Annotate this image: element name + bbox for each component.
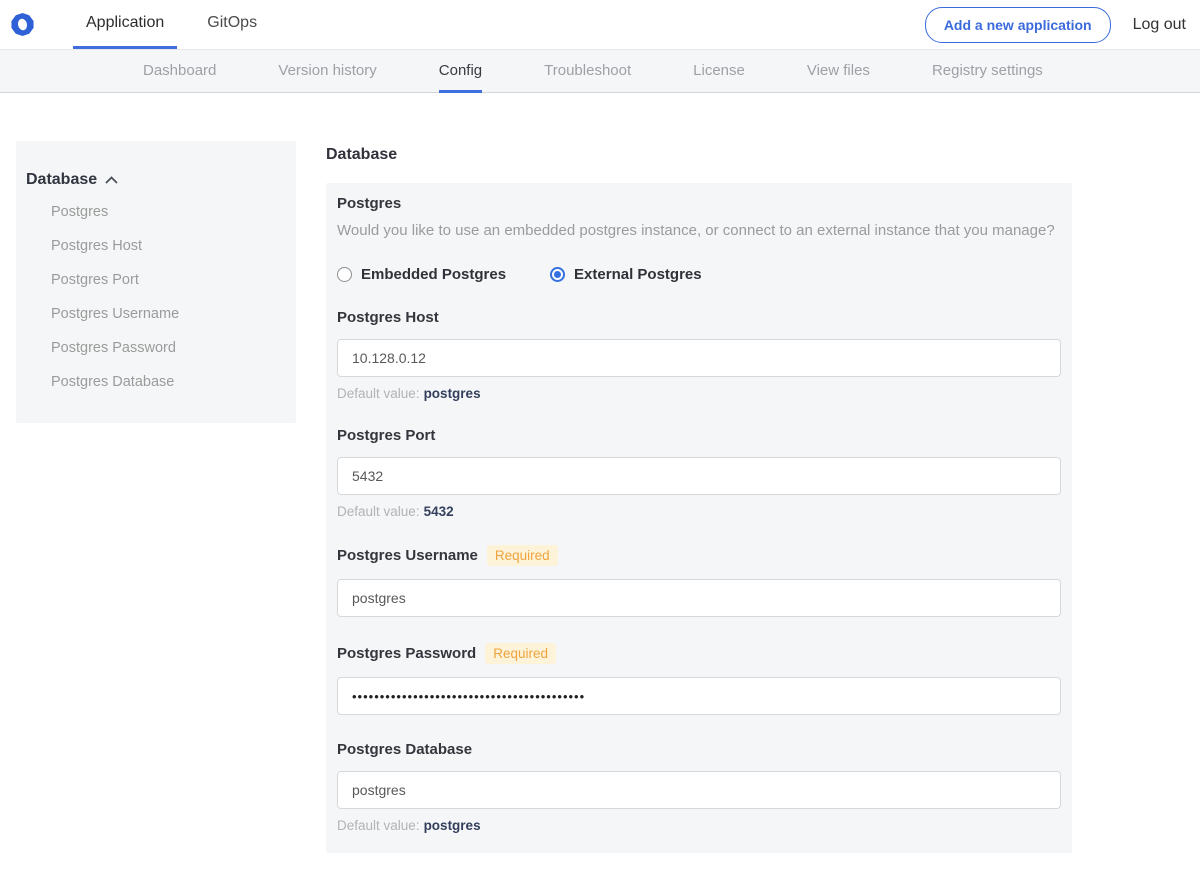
radio-label: External Postgres [574, 266, 702, 283]
header-right: Add a new application Log out [924, 6, 1200, 43]
sidebar-item-postgres-database[interactable]: Postgres Database [26, 365, 286, 399]
logout-button[interactable]: Log out [1133, 16, 1186, 34]
config-page: Database Postgres Postgres Host Postgres… [0, 93, 1200, 884]
default-prefix: Default value: [337, 818, 420, 833]
required-badge: Required [486, 545, 558, 566]
postgres-port-input[interactable] [337, 457, 1061, 495]
tab-gitops[interactable]: GitOps [194, 0, 270, 49]
radio-label: Embedded Postgres [361, 266, 507, 283]
radio-embedded-postgres[interactable]: Embedded Postgres [337, 266, 506, 283]
field-postgres-host: Postgres Host Default value:postgres [337, 309, 1061, 401]
default-value-line: Default value: 5432 [337, 504, 1061, 519]
sidebar-item-postgres[interactable]: Postgres [26, 195, 286, 229]
default-prefix: Default value: [337, 386, 420, 401]
section-title: Database [326, 146, 398, 163]
postgres-host-input[interactable] [337, 339, 1061, 377]
sidebar-item-postgres-username[interactable]: Postgres Username [26, 297, 286, 331]
default-value-line: Default value: postgres [337, 818, 1061, 833]
header-tabs: Application GitOps [73, 0, 270, 49]
app-logo-icon [11, 12, 34, 37]
postgres-database-input[interactable] [337, 771, 1061, 809]
postgres-password-input[interactable] [337, 677, 1061, 715]
chevron-up-icon [105, 176, 118, 184]
tab-application[interactable]: Application [73, 0, 178, 49]
subnav-tab-config[interactable]: Config [438, 50, 483, 93]
default-value: 5432 [423, 504, 454, 519]
sidebar-item-postgres-host[interactable]: Postgres Host [26, 229, 286, 263]
default-value-line: Default value: postgres [337, 386, 1061, 401]
default-value: postgres [423, 386, 481, 401]
default-value: postgres [423, 818, 481, 833]
group-item-label: Postgres [337, 195, 402, 212]
subnav-tab-registry-settings[interactable]: Registry settings [932, 50, 1043, 93]
default-prefix: Default value: [337, 504, 420, 519]
subnav-tab-version-history[interactable]: Version history [278, 50, 376, 93]
subnav-tab-dashboard[interactable]: Dashboard [143, 50, 216, 93]
postgres-radio-group: Embedded Postgres External Postgres [337, 266, 1061, 283]
field-label: Postgres Password [337, 645, 477, 662]
field-label: Postgres Username [337, 547, 478, 564]
subnav-tab-license[interactable]: License [693, 50, 745, 93]
app-subnav: Dashboard Version history Config Trouble… [0, 50, 1200, 93]
field-label: Postgres Port [337, 427, 436, 444]
sidebar-group-label: Database [26, 171, 98, 188]
radio-external-postgres[interactable]: External Postgres [550, 266, 702, 283]
subnav-tab-view-files[interactable]: View files [807, 50, 870, 93]
config-main: Database Postgres Would you like to use … [326, 141, 1072, 884]
sidebar-item-postgres-password[interactable]: Postgres Password [26, 331, 286, 365]
config-group-panel: Postgres Would you like to use an embedd… [326, 183, 1072, 853]
field-postgres-password: Postgres Password Required [337, 643, 1061, 715]
sidebar-item-postgres-port[interactable]: Postgres Port [26, 263, 286, 297]
add-application-button[interactable]: Add a new application [924, 6, 1111, 43]
field-label: Postgres Host [337, 309, 439, 326]
radio-checked-icon[interactable] [550, 267, 566, 282]
field-postgres-port: Postgres Port Default value:5432 [337, 427, 1061, 519]
subnav-tab-troubleshoot[interactable]: Troubleshoot [544, 50, 631, 93]
field-label: Postgres Database [337, 741, 473, 758]
field-postgres-database: Postgres Database Default value:postgres [337, 741, 1061, 833]
config-sidebar: Database Postgres Postgres Host Postgres… [16, 141, 296, 423]
field-postgres-username: Postgres Username Required [337, 545, 1061, 617]
required-badge: Required [485, 643, 557, 664]
sidebar-group-database[interactable]: Database [26, 171, 286, 195]
radio-unchecked-icon[interactable] [337, 267, 352, 282]
top-header: Application GitOps Add a new application… [0, 0, 1200, 50]
group-help-text: Would you like to use an embedded postgr… [337, 222, 1055, 239]
postgres-username-input[interactable] [337, 579, 1061, 617]
